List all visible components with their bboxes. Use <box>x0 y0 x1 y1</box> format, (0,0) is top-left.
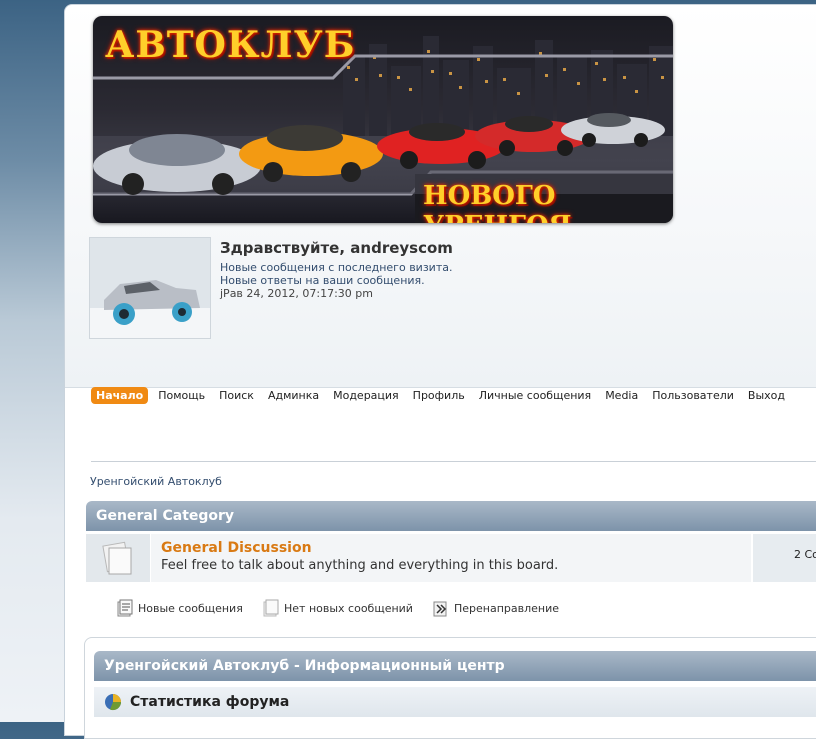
stats-pie-icon <box>105 694 122 711</box>
nav-item-messages[interactable]: Личные сообщения <box>475 387 595 404</box>
board-row: General Discussion Feel free to talk abo… <box>86 534 816 582</box>
forum-stats-title: Статистика форума <box>130 694 290 710</box>
banner-subtitle: НОВОГО УРЕНГОЯ <box>423 181 572 223</box>
divider <box>91 461 816 462</box>
nav-item-home[interactable]: Начало <box>91 386 149 404</box>
new-posts-icon <box>117 599 133 617</box>
new-replies-link[interactable]: Новые ответы на ваши сообщения. <box>220 274 425 287</box>
current-datetime: jРав 24, 2012, 07:17:30 pm <box>220 287 373 300</box>
nav-item-help[interactable]: Помощь <box>154 387 209 404</box>
legend-redirect: Перенаправление <box>432 599 559 617</box>
board-description: Feel free to talk about anything and eve… <box>161 558 559 573</box>
nav-item-search[interactable]: Поиск <box>215 387 258 404</box>
site-banner[interactable]: АВТОКЛУБ НОВОГО УРЕНГОЯ <box>93 16 673 223</box>
page-container: АВТОКЛУБ НОВОГО УРЕНГОЯ Здравствуйте, an… <box>64 4 816 739</box>
banner-title: АВТОКЛУБ <box>105 24 356 66</box>
legend-no-new-label: Нет новых сообщений <box>284 601 413 615</box>
nav-item-media[interactable]: Media <box>601 387 642 404</box>
legend-redirect-label: Перенаправление <box>454 601 560 615</box>
category-title: General Category <box>96 508 235 524</box>
info-center-title: Уренгойский Автоклуб - Информационный це… <box>104 658 505 674</box>
board-info-cell: General Discussion Feel free to talk abo… <box>151 534 753 582</box>
nav-item-admin[interactable]: Админка <box>264 387 323 404</box>
info-center-header[interactable]: Уренгойский Автоклуб - Информационный це… <box>94 651 816 681</box>
board-status-cell <box>86 534 151 582</box>
new-posts-link[interactable]: Новые сообщения с последнего визита. <box>220 261 452 274</box>
forum-stats-header[interactable]: Статистика форума <box>94 687 816 717</box>
nav-item-moderation[interactable]: Модерация <box>329 387 403 404</box>
breadcrumb[interactable]: Уренгойский Автоклуб <box>90 475 222 488</box>
header-area: АВТОКЛУБ НОВОГО УРЕНГОЯ Здравствуйте, an… <box>65 5 816 388</box>
avatar-image <box>90 238 210 338</box>
user-greeting: Здравствуйте, andreyscom <box>220 239 453 257</box>
nav-item-logout[interactable]: Выход <box>744 387 789 404</box>
main-nav: Начало Помощь Поиск Админка Модерация Пр… <box>91 385 795 405</box>
legend-new-label: Новые сообщения <box>138 601 243 615</box>
legend-new: Новые сообщения <box>116 599 243 617</box>
nav-item-profile[interactable]: Профиль <box>409 387 469 404</box>
category-header[interactable]: General Category <box>86 501 816 531</box>
no-new-posts-icon <box>102 541 132 575</box>
no-new-posts-small-icon <box>263 599 279 617</box>
board-stats: 2 Со <box>794 548 816 561</box>
legend-no-new: Нет новых сообщений <box>262 599 413 617</box>
board-name-link[interactable]: General Discussion <box>161 540 312 556</box>
redirect-icon <box>433 601 447 617</box>
nav-item-members[interactable]: Пользователи <box>648 387 738 404</box>
avatar[interactable] <box>89 237 211 339</box>
